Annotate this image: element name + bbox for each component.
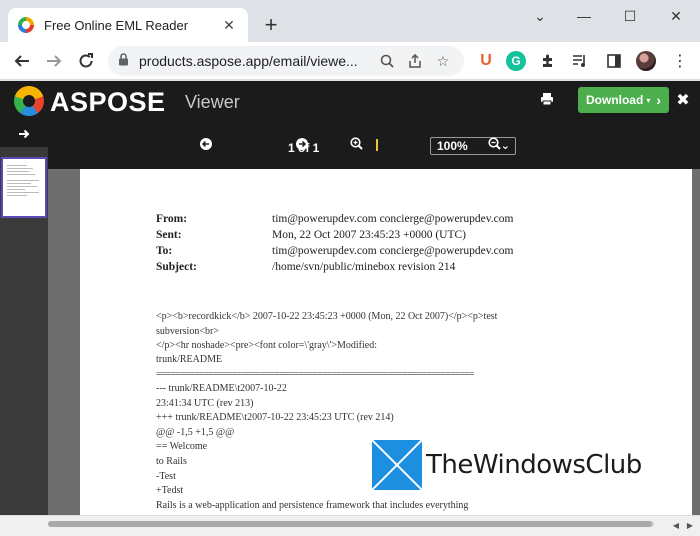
thumbnail-pane xyxy=(0,121,48,515)
toolbar-divider xyxy=(376,139,378,151)
header-from: From: tim@powerupdev.com concierge@power… xyxy=(156,213,514,225)
download-label: Download xyxy=(585,93,644,107)
body-line: @@ -1,5 +1,5 @@ xyxy=(156,427,235,438)
lock-icon[interactable] xyxy=(118,53,129,69)
body-line: subversion<br> xyxy=(156,326,219,337)
new-tab-button[interactable]: + xyxy=(258,12,284,38)
address-bar[interactable]: products.aspose.app/email/viewe... ☆ xyxy=(108,46,464,76)
browser-tab[interactable]: Free Online EML Reader ✕ xyxy=(8,8,248,42)
body-line: </p><hr noshade><pre><font color=\'gray\… xyxy=(156,340,377,351)
zoom-search-icon[interactable] xyxy=(376,50,398,72)
chevron-right-icon: › xyxy=(656,92,661,108)
windows-club-logo-icon xyxy=(371,439,423,491)
browser-toolbar: products.aspose.app/email/viewe... ☆ U G… xyxy=(0,42,700,80)
close-viewer-icon[interactable]: ✖ xyxy=(675,91,691,109)
aspose-logo-icon[interactable] xyxy=(14,86,44,116)
extensions-puzzle-icon[interactable] xyxy=(538,51,558,71)
app-title: Viewer xyxy=(185,92,240,112)
print-icon[interactable] xyxy=(540,92,560,110)
body-line: +Tedst xyxy=(156,485,184,496)
scroll-left-arrow-icon[interactable]: ◀ xyxy=(670,519,682,531)
page-thumbnail[interactable] xyxy=(1,157,47,218)
share-icon[interactable] xyxy=(404,50,426,72)
ublock-extension-icon[interactable]: U xyxy=(476,51,496,71)
tab-title: Free Online EML Reader xyxy=(44,17,189,33)
body-line: 23:41:34 UTC (rev 213) xyxy=(156,398,254,409)
body-line: == Welcome xyxy=(156,441,208,452)
browser-tabstrip: Free Online EML Reader ✕ + ⌄ — ☐ ✕ xyxy=(0,0,700,42)
zoom-in-icon[interactable] xyxy=(350,137,366,153)
viewer-toolbar: 1 of 1 100% ⌄ xyxy=(48,121,700,169)
tab-close-icon[interactable]: ✕ xyxy=(220,16,238,34)
url-text: products.aspose.app/email/viewe... xyxy=(139,53,358,69)
bookmark-star-icon[interactable]: ☆ xyxy=(432,50,454,72)
body-line: <p><b>recordkick</b> 2007-10-22 23:45:23… xyxy=(156,311,498,322)
body-line: ========================================… xyxy=(156,369,474,380)
body-line: -Test xyxy=(156,471,176,482)
tab-search-chevron-icon[interactable]: ⌄ xyxy=(520,4,560,28)
chrome-menu-icon[interactable]: ⋮ xyxy=(670,51,690,71)
toggle-thumbnails-arrow-icon[interactable] xyxy=(0,121,48,147)
back-button[interactable] xyxy=(6,45,38,77)
watermark-text: TheWindowsClub xyxy=(426,450,642,480)
horizontal-scrollbar[interactable]: ◀ ▶ xyxy=(0,515,700,536)
download-button[interactable]: Download ▾ › xyxy=(578,87,669,113)
side-panel-icon[interactable] xyxy=(604,51,624,71)
body-line: Rails is a web-application and persisten… xyxy=(156,500,469,511)
profile-avatar[interactable] xyxy=(636,51,656,71)
aspose-favicon-icon xyxy=(18,17,34,33)
next-page-icon[interactable] xyxy=(296,137,312,153)
header-to: To: tim@powerupdev.com concierge@powerup… xyxy=(156,245,514,257)
header-sent: Sent: Mon, 22 Oct 2007 23:45:23 +0000 (U… xyxy=(156,229,466,241)
body-line: --- trunk/README\t2007-10-22 xyxy=(156,383,287,394)
previous-page-icon[interactable] xyxy=(200,137,216,153)
minimize-button[interactable]: — xyxy=(564,4,604,28)
body-line: trunk/README xyxy=(156,354,223,365)
header-subject: Subject: /home/svn/public/minebox revisi… xyxy=(156,261,456,273)
window-close-button[interactable]: ✕ xyxy=(656,4,696,28)
watermark: TheWindowsClub xyxy=(371,439,642,491)
aspose-logo-text[interactable]: ASPOSE xyxy=(50,87,166,118)
scroll-right-arrow-icon[interactable]: ▶ xyxy=(684,519,696,531)
zoom-level-value: 100% xyxy=(437,139,468,153)
zoom-out-icon[interactable] xyxy=(488,137,504,153)
body-line: +++ trunk/README\t2007-10-22 23:45:23 UT… xyxy=(156,412,394,423)
forward-button[interactable] xyxy=(38,45,70,77)
maximize-button[interactable]: ☐ xyxy=(610,4,650,28)
reload-button[interactable] xyxy=(70,45,102,77)
scrollbar-thumb[interactable] xyxy=(48,521,652,527)
body-line: to Rails xyxy=(156,456,187,467)
dropdown-caret-icon: ▾ xyxy=(646,95,651,105)
media-control-icon[interactable] xyxy=(570,51,590,71)
grammarly-extension-icon[interactable]: G xyxy=(506,51,526,71)
